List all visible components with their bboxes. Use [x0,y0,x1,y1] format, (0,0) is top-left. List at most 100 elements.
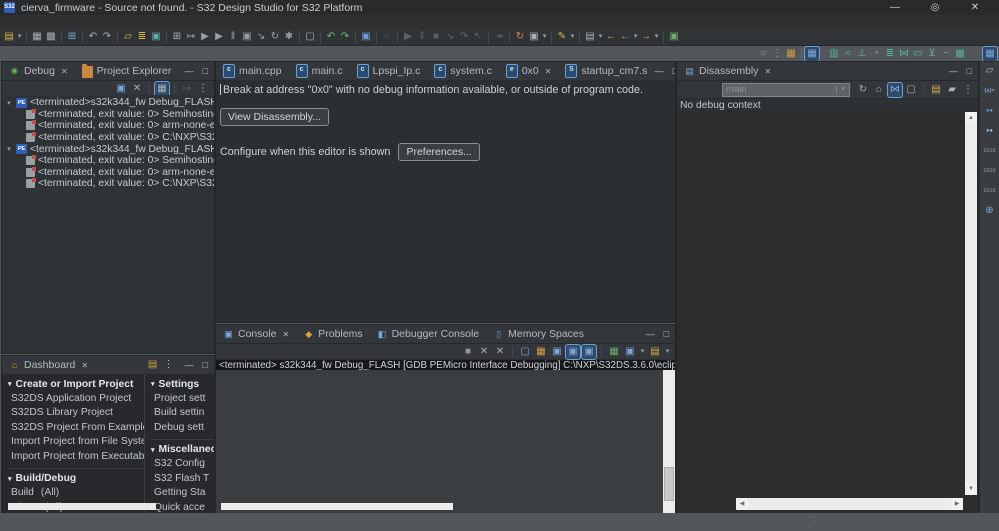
new-console-icon[interactable]: ▣ [149,30,163,44]
open-element-icon[interactable]: ▢ [303,30,317,44]
dashboard-action[interactable]: ✱ Debug sett [151,420,214,435]
open-console-icon[interactable]: ▤ [648,345,662,359]
toolbar-icon[interactable] [166,31,167,43]
green-tile-icon[interactable]: ▣ [667,30,681,44]
open-new-view-icon[interactable]: ▰ [945,83,959,97]
editor-tab[interactable]: e 0x0 ✕ [499,62,559,80]
toolbar-icon[interactable] [26,31,27,43]
remove-all-launches-icon[interactable]: ✕ [493,345,507,359]
profile-config-icon[interactable]: ▶ [212,30,226,44]
restore-button[interactable]: ◎ [915,1,955,15]
new-disassembly-icon[interactable]: ▤ [929,83,943,97]
editor-tab[interactable]: c system.c [427,62,498,80]
show-output-icon[interactable]: ▢ [518,345,532,359]
breakpoints-icon[interactable]: ●● [981,104,998,118]
editor-tab[interactable]: c Lpspi_Ip.c [350,62,428,80]
preferences-button[interactable]: Preferences... [398,143,480,161]
last-edit-location-icon[interactable]: ← [604,30,618,44]
peripherals-tool-icon[interactable]: ⊥ [855,47,869,61]
new-dropdown-icon[interactable]: ▾ [16,30,23,44]
view-menu-dots-icon[interactable]: ⋮ [770,47,784,61]
toolbar-icon[interactable] [397,31,398,43]
view-toolbar-icon[interactable] [512,346,513,357]
dashboard-action[interactable]: ◉ Getting Sta [151,486,214,501]
reg-1010-c-icon[interactable]: 1010 [981,184,998,198]
show-console-icon[interactable]: ▣ [114,82,128,96]
import-example-icon[interactable]: ▤ [146,359,160,371]
quadspi-tool-icon[interactable]: ▭ [911,47,925,61]
toolbar-icon[interactable] [819,54,827,55]
dcd-tool-icon[interactable]: ≣ [883,47,897,61]
clocks-tool-icon[interactable]: ≈ [841,47,855,61]
disassembly-vertical-scrollbar[interactable]: ▲ ▼ [965,112,977,495]
pin-console-icon[interactable]: ▣ [582,344,596,359]
copy-stack-icon[interactable]: ▣ [240,30,254,44]
toolbar-icon[interactable] [376,31,377,43]
statusbar-drag-handle[interactable]: ⋮ [810,515,819,526]
instruction-step-icon[interactable]: ↠ [492,30,506,44]
drop-to-frame-icon[interactable]: ↘ [254,30,268,44]
dashboard-horizontal-scrollbar[interactable] [8,503,156,510]
editor-tab[interactable]: c main.c [289,62,350,80]
redo-icon[interactable]: ↷ [100,30,114,44]
disassembly-horizontal-scrollbar[interactable]: ◀ ▶ [736,498,963,510]
toolbar-icon[interactable] [967,54,983,55]
restart-dim-icon[interactable]: ↦ [180,82,194,96]
forward-history-icon[interactable]: ↷ [338,30,352,44]
display-console-icon[interactable]: ▣ [623,345,637,359]
console-output[interactable] [216,370,663,513]
refresh-debug-icon[interactable]: ↻ [268,30,282,44]
minimize-view-icon[interactable]: — [949,62,958,80]
toolbar-icon[interactable] [801,48,802,60]
view-tab[interactable]: ▯ Memory Spaces [486,325,591,343]
dashboard-section-header[interactable]: ▾ Create or Import Project [8,377,144,391]
dashboard-action[interactable]: ✱ Project sett [151,391,214,406]
dashboard-action[interactable]: ⇘ Import Project from Executable [8,449,144,464]
toolbar-icon[interactable] [663,31,664,43]
suspend-icon[interactable]: ‖ [415,30,429,44]
toolbar-icon[interactable] [299,31,300,43]
forward-icon[interactable]: → [639,30,653,44]
new-wizard-icon[interactable]: ▤ [2,30,16,44]
scroll-left-icon[interactable]: ◀ [736,498,748,510]
toolbar-icon[interactable] [82,31,83,43]
toolbar-icon[interactable] [117,31,118,43]
resume-icon[interactable]: ▶ [401,30,415,44]
dashboard-action[interactable]: ▱ S32DS Application Project [8,391,144,406]
debug-tree-row[interactable]: ▾ PE <terminated>s32k344_fw Debug_FLASH … [2,97,214,109]
debug-tree-row[interactable]: <terminated, exit value: 0> arm-none-eab… [2,120,214,132]
dashboard-section-header[interactable]: ▾ Build/Debug [8,472,144,486]
debug-tree-row[interactable]: <terminated, exit value: 0> C:\NXP\S32DS… [2,178,214,190]
step-into-icon[interactable]: ↘ [443,30,457,44]
step-over-icon[interactable]: ↷ [457,30,471,44]
config-perspective-icon[interactable]: ▦ [983,47,997,61]
view-tab[interactable]: ⌂ Dashboard ✕ [2,356,95,374]
wave-tool-icon[interactable]: ~ [939,47,953,61]
debug-tree-row[interactable]: ▾ PE <terminated>s32k344_fw Debug_FLASH … [2,143,214,155]
reg-1010-a-icon[interactable]: 1010 [981,144,998,158]
debug-tree-row[interactable]: <terminated, exit value: 0> C:\NXP\S32DS… [2,132,214,144]
undo-icon[interactable]: ↶ [86,30,100,44]
show-stderr-icon[interactable]: ▦ [534,345,548,359]
save-all-icon[interactable]: ▩ [44,30,58,44]
search-icon[interactable]: ○ [756,47,770,61]
close-button[interactable]: ✕ [955,1,995,15]
scroll-right-icon[interactable]: ▶ [951,498,963,510]
mark-dropdown-icon[interactable]: ▾ [569,30,576,44]
back-icon[interactable]: ← [618,30,632,44]
dashboard-action[interactable]: ▩ S32 Flash T [151,471,214,486]
view-toolbar-icon[interactable] [174,83,175,94]
word-wrap-icon[interactable]: ▣ [550,345,564,359]
search-dim-icon[interactable]: ○ [380,30,394,44]
dashboard-section-header[interactable]: ▾ Settings [151,377,214,391]
minimize-view-icon[interactable]: — [654,62,663,80]
console-horizontal-scrollbar[interactable] [221,503,453,510]
open-console-dropdown-icon[interactable]: ▾ [664,345,671,359]
close-tab-icon[interactable]: ✕ [765,67,772,76]
grid-icon[interactable]: ⊞ [170,30,184,44]
build-icon[interactable]: ⊞ [65,30,79,44]
close-tab-icon[interactable]: ✕ [61,67,68,76]
remove-terminated-icon[interactable]: ✕ [130,82,144,96]
ivt-tool-icon[interactable]: ⋈ [897,47,911,61]
close-tab-icon[interactable]: ✕ [283,330,290,339]
